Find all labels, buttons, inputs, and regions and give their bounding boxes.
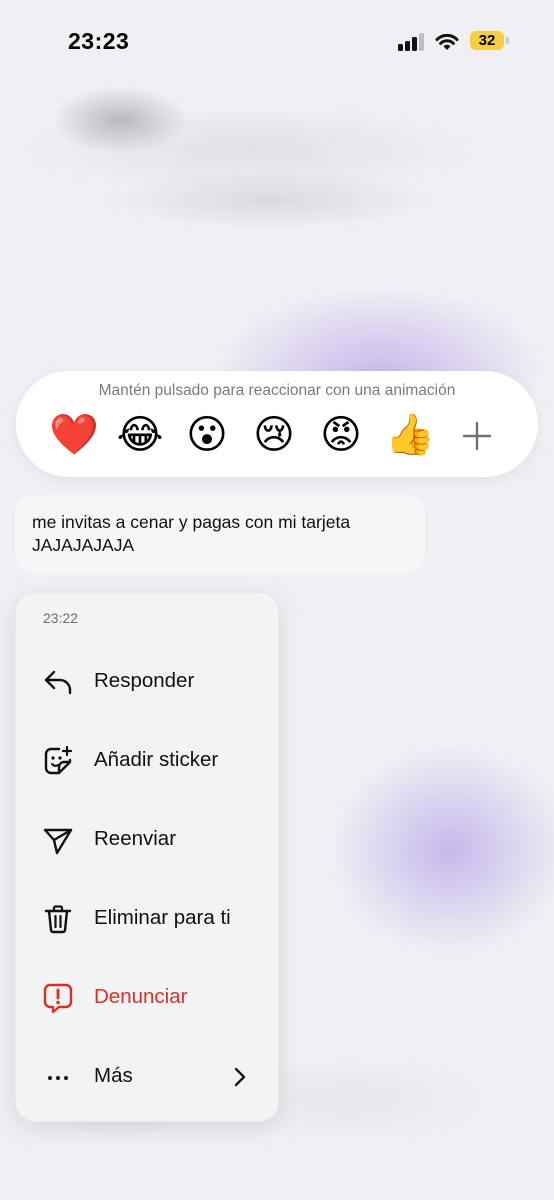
reply-icon (44, 670, 72, 695)
battery-icon: 32 (470, 31, 504, 50)
menu-item-reply[interactable]: Responder (16, 651, 278, 713)
message-timestamp: 23:22 (43, 610, 79, 626)
reaction-hint: Mantén pulsado para reaccionar con una a… (98, 382, 456, 399)
menu-label-add-sticker: Añadir sticker (94, 748, 219, 771)
status-bar: 23:23 32 (0, 0, 554, 84)
menu-label-more: Más (94, 1064, 133, 1087)
report-icon (43, 983, 73, 1014)
wifi-icon (435, 33, 459, 50)
reaction-bar: Mantén pulsado para reaccionar con una a… (16, 371, 538, 477)
menu-item-more[interactable]: Más (16, 1046, 278, 1108)
status-time: 23:23 (68, 28, 130, 54)
menu-item-delete-for-you[interactable]: Eliminar para ti (16, 888, 278, 950)
menu-label-forward: Reenviar (94, 827, 177, 850)
reaction-crying[interactable]: 😢 (250, 411, 298, 459)
reaction-thumbs-up[interactable]: 👍 (385, 411, 435, 459)
menu-item-add-sticker[interactable]: Añadir sticker (16, 730, 278, 792)
reaction-heart[interactable]: ❤️ (49, 411, 99, 459)
forward-icon (43, 828, 73, 855)
menu-item-report[interactable]: Denunciar (16, 967, 278, 1029)
sticker-icon (44, 745, 73, 775)
reaction-surprised[interactable]: 😮 (183, 411, 231, 459)
menu-label-reply: Responder (94, 669, 195, 692)
plus-icon[interactable] (460, 419, 494, 453)
battery-nub (506, 37, 509, 44)
more-dots-icon (48, 1076, 68, 1080)
trash-icon (44, 905, 72, 934)
reaction-angry[interactable]: 😡 (317, 411, 365, 459)
menu-label-report: Denunciar (94, 985, 188, 1008)
menu-label-delete-for-you: Eliminar para ti (94, 906, 231, 929)
message-bubble[interactable]: me invitas a cenar y pagas con mi tarjet… (15, 495, 425, 574)
message-context-menu: 23:22 Responder Añadir sticker Reenviar (15, 592, 279, 1122)
signal-icon (398, 33, 426, 51)
reaction-laugh[interactable]: 😂 (116, 411, 164, 459)
chevron-right-icon (234, 1067, 246, 1087)
menu-item-forward[interactable]: Reenviar (16, 809, 278, 871)
message-text: me invitas a cenar y pagas con mi tarjet… (32, 512, 351, 555)
